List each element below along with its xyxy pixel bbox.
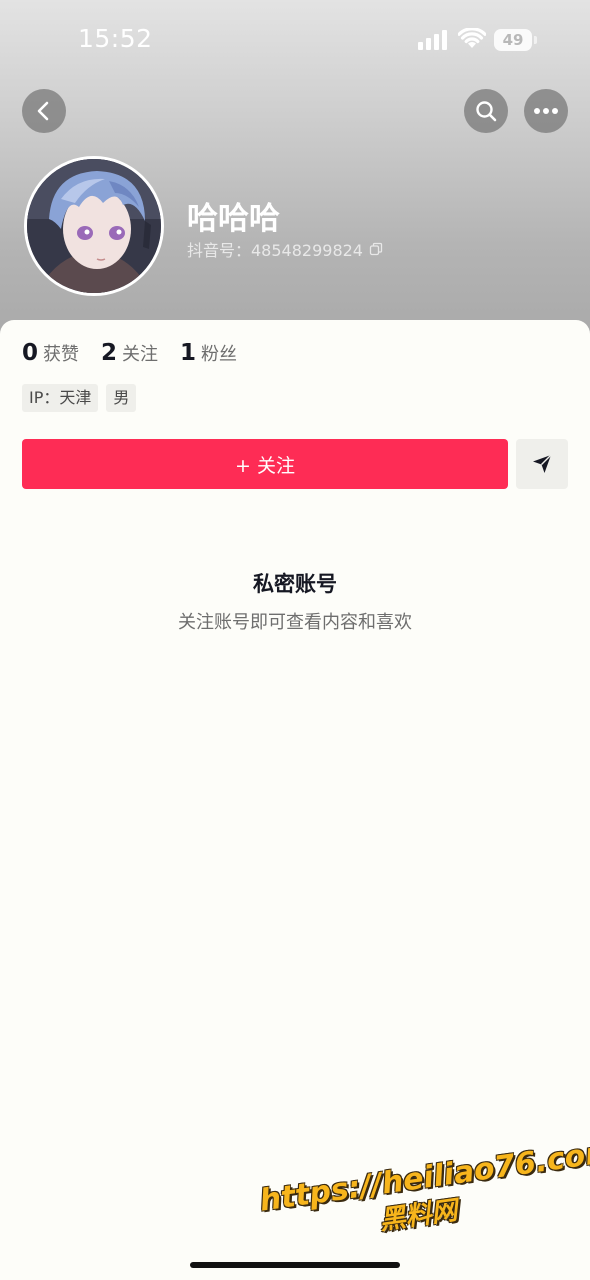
battery-tip bbox=[534, 36, 537, 44]
profile-tags: IP：天津 男 bbox=[22, 384, 137, 412]
douyin-id-row: 抖音号：48548299824 bbox=[187, 237, 383, 261]
follow-button[interactable]: + 关注 bbox=[22, 439, 508, 489]
avatar-illustration bbox=[27, 159, 161, 293]
search-icon bbox=[476, 101, 497, 122]
stat-label: 粉丝 bbox=[201, 344, 238, 365]
back-button[interactable] bbox=[22, 89, 66, 133]
username: 哈哈哈 bbox=[187, 201, 280, 237]
stat-followers[interactable]: 1 粉丝 bbox=[180, 340, 237, 366]
search-button[interactable] bbox=[464, 89, 508, 133]
stat-value: 2 bbox=[101, 340, 118, 366]
chevron-left-icon bbox=[37, 101, 49, 121]
more-horizontal-icon bbox=[534, 108, 558, 114]
avatar[interactable] bbox=[24, 156, 164, 296]
more-button[interactable] bbox=[524, 89, 568, 133]
stat-label: 获赞 bbox=[43, 344, 80, 365]
stat-following[interactable]: 2 关注 bbox=[101, 340, 158, 366]
tag-gender: 男 bbox=[106, 384, 137, 412]
follow-button-label: + 关注 bbox=[235, 454, 295, 477]
copy-icon[interactable] bbox=[369, 242, 383, 256]
tag-ip-location: IP：天津 bbox=[22, 384, 99, 412]
battery-indicator: 49 bbox=[494, 29, 532, 51]
stat-likes[interactable]: 0 获赞 bbox=[22, 340, 79, 366]
wifi-icon bbox=[458, 28, 486, 48]
stat-value: 1 bbox=[180, 340, 197, 366]
status-bar: 15:52 49 bbox=[0, 0, 590, 80]
cellular-signal-icon bbox=[418, 30, 448, 50]
profile-stats: 0 获赞 2 关注 1 粉丝 bbox=[22, 340, 259, 366]
send-icon bbox=[533, 454, 552, 473]
send-message-button[interactable] bbox=[516, 439, 568, 489]
status-time: 15:52 bbox=[78, 24, 153, 53]
douyin-id-text: 抖音号：48548299824 bbox=[187, 241, 363, 260]
status-icons: 49 bbox=[418, 28, 542, 52]
private-account-title: 私密账号 bbox=[253, 572, 337, 596]
stat-value: 0 bbox=[22, 340, 39, 366]
private-account-subtitle: 关注账号即可查看内容和喜欢 bbox=[178, 612, 412, 633]
stat-label: 关注 bbox=[122, 344, 159, 365]
home-indicator[interactable] bbox=[190, 1262, 400, 1268]
